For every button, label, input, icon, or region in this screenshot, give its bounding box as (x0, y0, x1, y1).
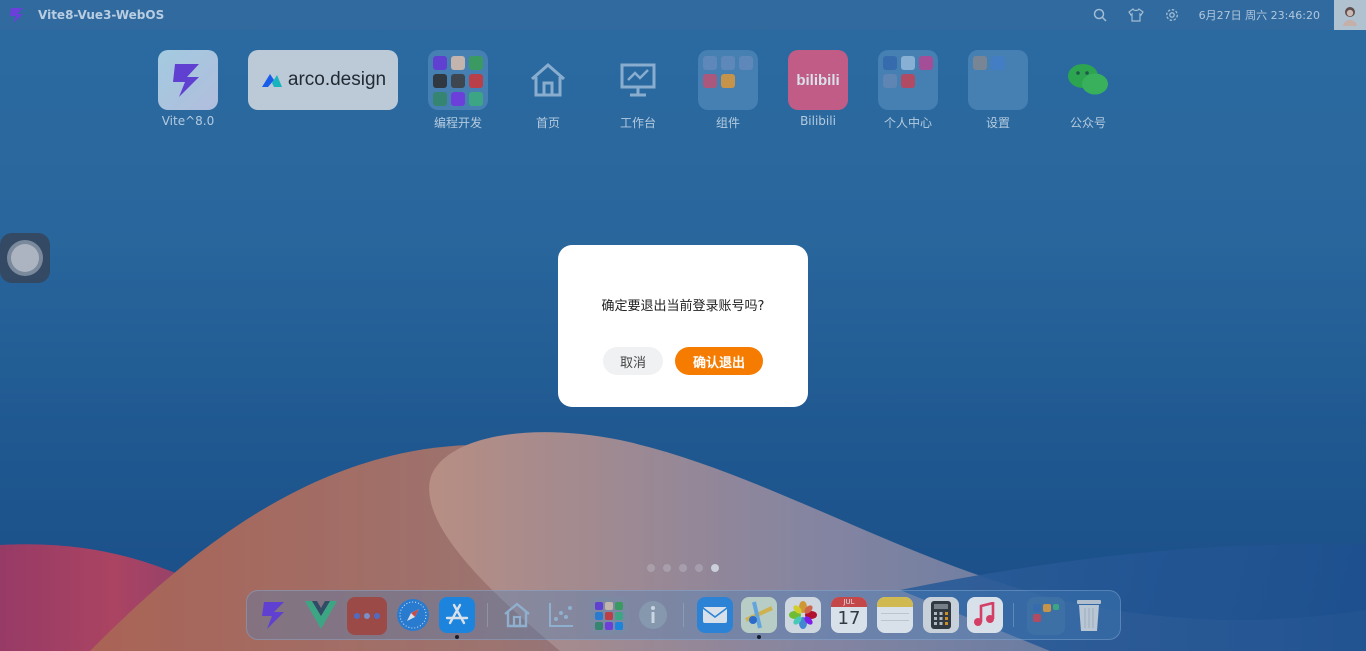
dialog-message: 确定要退出当前登录账号吗? (601, 299, 765, 314)
cancel-button[interactable]: 取消 (603, 347, 663, 375)
logout-confirm-dialog: 确定要退出当前登录账号吗? 取消 确认退出 (558, 245, 808, 407)
confirm-logout-button[interactable]: 确认退出 (675, 347, 763, 375)
